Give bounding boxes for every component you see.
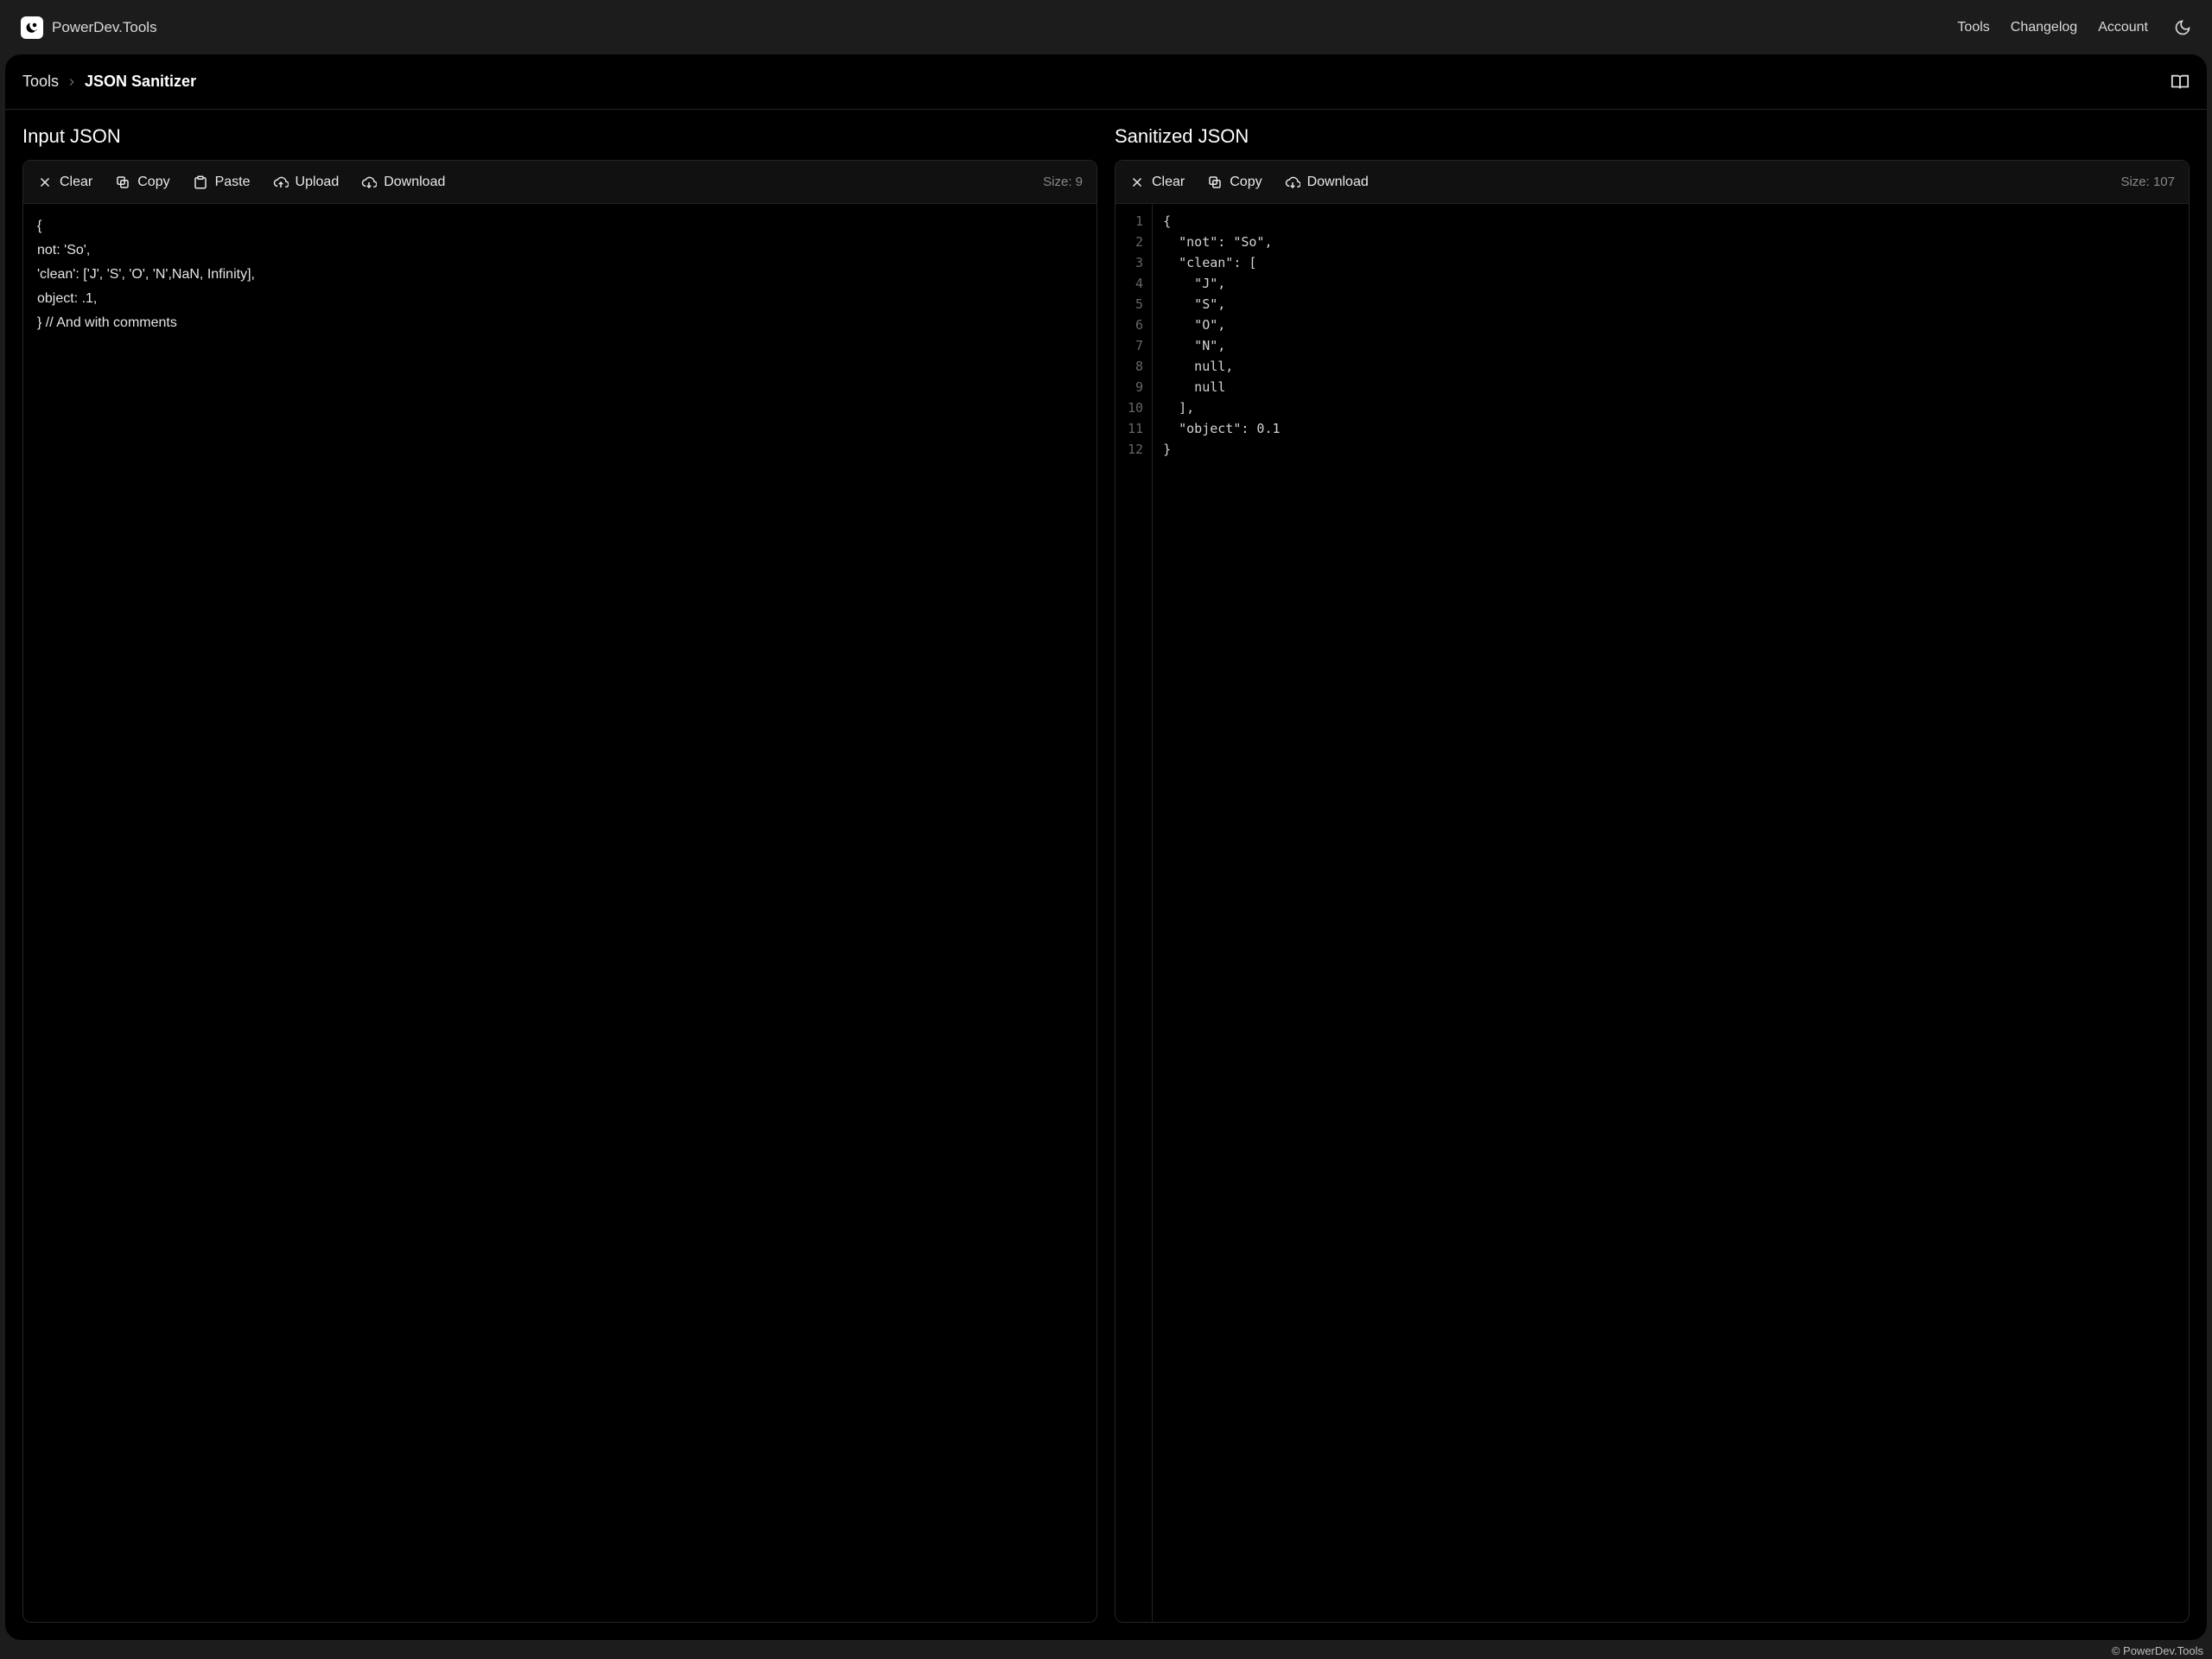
moon-icon [2174,19,2191,36]
label: Clear [1152,175,1185,190]
nav-changelog[interactable]: Changelog [2011,20,2077,35]
code-line: { [1163,211,1280,232]
output-clear-button[interactable]: Clear [1129,175,1185,190]
line-number: 10 [1128,397,1143,418]
label: Copy [1230,175,1262,190]
line-number: 5 [1128,294,1143,315]
clipboard-icon [193,175,208,190]
split-panes: Input JSON Clear Copy Paste [5,110,2207,1640]
code-line: "object": 0.1 [1163,418,1280,439]
code-line: "S", [1163,294,1280,315]
breadcrumb-row: Tools JSON Sanitizer [5,54,2207,110]
chevron-right-icon [66,76,78,88]
output-copy-button[interactable]: Copy [1207,175,1262,190]
cloud-download-icon [361,175,377,190]
nav-tools[interactable]: Tools [1957,20,1989,35]
label: Clear [60,175,92,190]
code-line: "J", [1163,273,1280,294]
input-textarea[interactable] [23,204,1096,1622]
output-download-button[interactable]: Download [1285,175,1369,190]
input-upload-button[interactable]: Upload [273,175,340,190]
code-line: "O", [1163,315,1280,335]
theme-toggle-button[interactable] [2174,19,2191,36]
label: Copy [137,175,169,190]
output-size-label: Size: 107 [2120,175,2175,189]
line-number: 11 [1128,418,1143,439]
docs-button[interactable] [2171,73,2190,92]
input-pane: Input JSON Clear Copy Paste [22,125,1097,1623]
line-number: 4 [1128,273,1143,294]
line-number: 12 [1128,439,1143,460]
code-line: ], [1163,397,1280,418]
output-body: Clear Copy Download Size: 107 1234567891… [1115,160,2190,1623]
code-line: } [1163,439,1280,460]
brand-name: PowerDev.Tools [52,19,157,36]
output-pane: Sanitized JSON Clear Copy Download [1115,125,2190,1623]
cloud-download-icon [1285,175,1300,190]
brand[interactable]: PowerDev.Tools [21,16,157,39]
code-line: null, [1163,356,1280,377]
line-gutter: 123456789101112 [1116,204,1153,1622]
footer-copyright: © PowerDev.Tools [2112,1644,2203,1657]
output-title: Sanitized JSON [1115,125,2190,148]
line-number: 8 [1128,356,1143,377]
copy-icon [115,175,130,190]
input-paste-button[interactable]: Paste [193,175,251,190]
code-line: "not": "So", [1163,232,1280,252]
book-open-icon [2171,73,2190,92]
code-lines: { "not": "So", "clean": [ "J", "S", "O",… [1153,204,1280,1622]
input-clear-button[interactable]: Clear [37,175,92,190]
cloud-upload-icon [273,175,289,190]
input-title: Input JSON [22,125,1097,148]
output-code-view[interactable]: 123456789101112 { "not": "So", "clean": … [1116,204,2189,1622]
line-number: 3 [1128,252,1143,273]
input-copy-button[interactable]: Copy [115,175,169,190]
label: Upload [296,175,340,190]
label: Paste [215,175,251,190]
top-nav: PowerDev.Tools Tools Changelog Account [0,0,2212,54]
nav-links: Tools Changelog Account [1957,19,2191,36]
label: Download [1307,175,1369,190]
nav-account[interactable]: Account [2098,20,2148,35]
line-number: 9 [1128,377,1143,397]
breadcrumb-current: JSON Sanitizer [85,73,196,91]
line-number: 7 [1128,335,1143,356]
output-toolbar: Clear Copy Download Size: 107 [1116,161,2189,204]
input-size-label: Size: 9 [1043,175,1083,189]
x-icon [1129,175,1145,190]
x-icon [37,175,53,190]
line-number: 1 [1128,211,1143,232]
breadcrumb-root[interactable]: Tools [22,73,59,91]
copy-icon [1207,175,1223,190]
code-line: "N", [1163,335,1280,356]
code-line: "clean": [ [1163,252,1280,273]
page-card: Tools JSON Sanitizer Input JSON Clear [5,54,2207,1640]
label: Download [384,175,445,190]
input-toolbar: Clear Copy Paste Upload [23,161,1096,204]
code-line: null [1163,377,1280,397]
brand-logo-icon [21,16,43,39]
line-number: 6 [1128,315,1143,335]
input-download-button[interactable]: Download [361,175,445,190]
line-number: 2 [1128,232,1143,252]
input-body: Clear Copy Paste Upload [22,160,1097,1623]
